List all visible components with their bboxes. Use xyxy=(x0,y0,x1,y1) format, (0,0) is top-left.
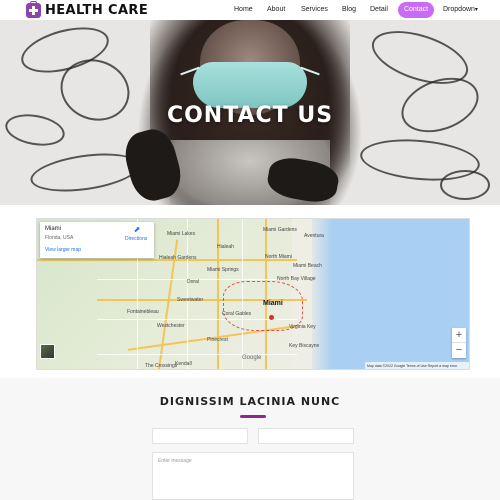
map-town-label: Aventura xyxy=(304,233,324,239)
map-town-label: Sweetwater xyxy=(177,297,204,303)
map-town-label: North Bay Village xyxy=(277,276,316,282)
map-town-label: Pinecrest xyxy=(207,337,228,343)
map-town-label: Miami Springs xyxy=(207,267,239,273)
contact-section: DIGNISSIM LACINIA NUNC Enter message xyxy=(0,378,500,500)
map-town-label: Miami xyxy=(263,300,283,307)
nav-services[interactable]: Services xyxy=(301,2,328,18)
nav-contact[interactable]: Contact xyxy=(398,2,434,18)
zoom-in-button[interactable]: + xyxy=(452,328,466,343)
nav-blog[interactable]: Blog xyxy=(342,2,356,18)
map-attribution: Map data ©2022 Google Terms of Use Repor… xyxy=(365,362,469,369)
map-town-label: Hialeah xyxy=(217,244,234,250)
view-larger-map-link[interactable]: View larger map xyxy=(45,247,81,253)
map-street xyxy=(187,219,188,369)
google-logo[interactable]: Google xyxy=(242,355,261,361)
brand-name: HEALTH CARE xyxy=(45,2,149,18)
zoom-out-button[interactable]: − xyxy=(452,343,466,358)
map-town-label: Miami Lakes xyxy=(167,231,196,237)
map-town-label: North Miami xyxy=(265,254,292,260)
nav-detail[interactable]: Detail xyxy=(370,2,388,18)
hero-banner: CONTACT US xyxy=(0,20,500,205)
page-title: CONTACT US xyxy=(166,103,334,128)
embedded-map[interactable]: Hialeah Miami Gardens North Miami Miami … xyxy=(36,218,470,370)
map-town-label: Coral Gables xyxy=(222,311,252,317)
location-pin-icon[interactable] xyxy=(269,315,274,320)
email-field[interactable] xyxy=(258,428,354,444)
face-mask-image xyxy=(193,62,307,108)
name-field[interactable] xyxy=(152,428,248,444)
map-highway xyxy=(217,219,219,369)
directions-link[interactable]: Directions xyxy=(125,236,147,242)
medical-kit-icon xyxy=(26,0,41,18)
map-place-title: Miami xyxy=(45,226,61,232)
message-textarea[interactable]: Enter message xyxy=(152,452,354,500)
map-water xyxy=(312,219,469,369)
map-town-label: Miami Beach xyxy=(293,263,322,269)
map-place-subtitle: Florida, USA xyxy=(45,235,74,241)
nav-about[interactable]: About xyxy=(267,2,285,18)
map-town-label: Key Biscayne xyxy=(289,343,320,349)
message-placeholder: Enter message xyxy=(158,458,192,464)
map-section: Hialeah Miami Gardens North Miami Miami … xyxy=(0,205,500,378)
map-town-label: Westchester xyxy=(157,323,185,329)
contact-heading: DIGNISSIM LACINIA NUNC xyxy=(159,395,341,408)
map-town-label: Hialeah Gardens xyxy=(159,255,197,261)
satellite-toggle-button[interactable] xyxy=(40,344,55,359)
nav-home[interactable]: Home xyxy=(234,2,253,18)
map-town-label: Fontainebleau xyxy=(127,309,159,315)
nav-dropdown-label: Dropdown xyxy=(443,6,475,13)
map-town-label: Virginia Key xyxy=(289,324,316,330)
map-town-label: Miami Gardens xyxy=(263,227,297,233)
heading-underline xyxy=(240,415,266,418)
caret-down-icon: ▾ xyxy=(474,7,478,13)
map-town-label: Doral xyxy=(187,279,199,285)
brand-link[interactable]: HEALTH CARE xyxy=(26,0,149,18)
map-town-label: The Crossings xyxy=(145,363,178,369)
navbar: HEALTH CARE Home About Services Blog Det… xyxy=(0,0,500,20)
directions-icon[interactable]: ⬈ xyxy=(132,226,142,234)
map-info-card: Miami Florida, USA View larger map ⬈ Dir… xyxy=(40,222,154,258)
map-town-label: Kendall xyxy=(175,361,192,367)
map-street xyxy=(97,354,297,355)
scribble-decoration xyxy=(440,170,490,200)
zoom-control: + − xyxy=(452,328,466,358)
nav-dropdown[interactable]: Dropdown▾ xyxy=(443,2,478,18)
